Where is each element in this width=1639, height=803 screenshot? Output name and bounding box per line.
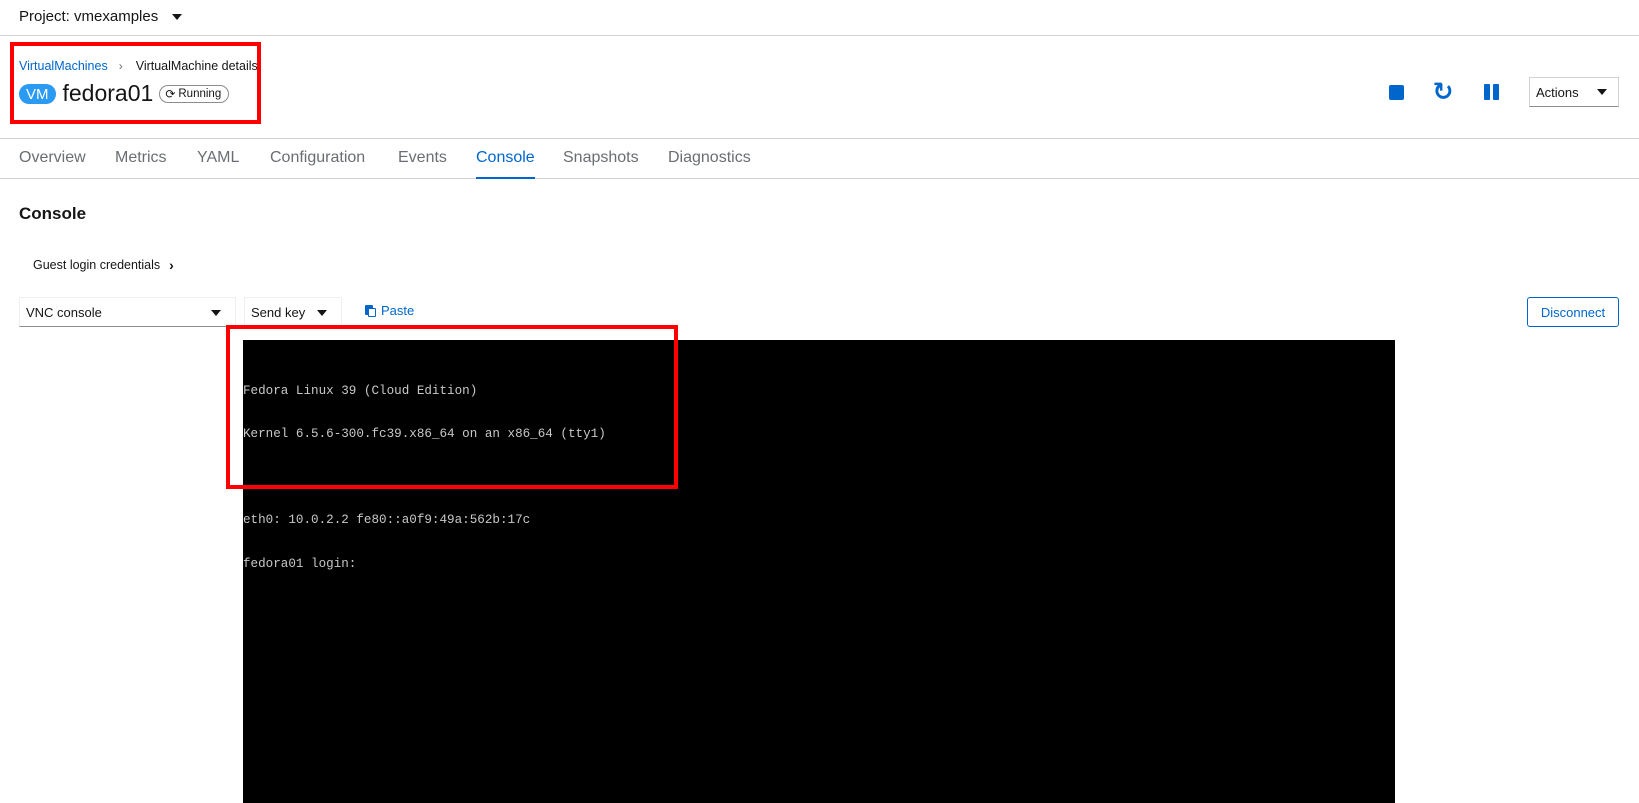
send-key-select[interactable]: Send key — [244, 297, 342, 327]
pause-icon-left — [1483, 84, 1490, 100]
page-title: VM fedora01 ⟳ Running — [19, 80, 230, 107]
tab-overview[interactable]: Overview — [19, 149, 86, 179]
console-type-value: VNC console — [26, 304, 102, 320]
stop-icon — [1388, 84, 1404, 100]
console-line: Kernel 6.5.6-300.fc39.x86_64 on an x86_6… — [243, 427, 606, 442]
disconnect-button[interactable]: Disconnect — [1527, 297, 1619, 327]
actions-dropdown[interactable]: Actions — [1529, 77, 1619, 107]
tab-diagnostics[interactable]: Diagnostics — [668, 149, 751, 179]
project-label: Project: vmexamples — [19, 8, 159, 25]
guest-login-credentials-toggle[interactable]: Guest login credentials › — [33, 257, 174, 273]
tab-bar: Overview Metrics YAML Configuration Even… — [0, 139, 1639, 179]
project-bar: Project: vmexamples — [0, 0, 1639, 36]
breadcrumb-virtualmachines-link[interactable]: VirtualMachines — [19, 59, 108, 73]
vm-name: fedora01 — [62, 80, 154, 106]
paste-label: Paste — [381, 303, 415, 318]
console-section-title: Console — [19, 204, 87, 223]
chevron-right-icon: › — [169, 257, 174, 273]
paste-icon — [365, 304, 376, 317]
send-key-label: Send key — [251, 304, 306, 320]
caret-down-icon — [317, 310, 327, 316]
pause-icon-right — [1492, 84, 1499, 100]
restart-button[interactable]: ↻ — [1429, 78, 1457, 106]
vnc-console-screen[interactable]: Fedora Linux 39 (Cloud Edition) Kernel 6… — [243, 340, 1395, 803]
page-header: VirtualMachines › VirtualMachine details… — [0, 36, 1639, 139]
caret-down-icon — [1596, 89, 1607, 95]
caret-down-icon — [172, 13, 183, 20]
sync-icon: ⟳ — [165, 86, 176, 101]
tab-console[interactable]: Console — [476, 149, 535, 179]
tab-events[interactable]: Events — [398, 149, 447, 179]
status-badge: ⟳ Running — [159, 84, 230, 103]
tab-metrics[interactable]: Metrics — [115, 149, 167, 179]
console-line: Fedora Linux 39 (Cloud Edition) — [243, 383, 478, 398]
caret-down-icon — [211, 310, 221, 316]
guest-credentials-label: Guest login credentials — [33, 258, 161, 272]
breadcrumb-current: VirtualMachine details — [135, 59, 258, 73]
project-selector[interactable]: Project: vmexamples — [19, 8, 183, 25]
tab-snapshots[interactable]: Snapshots — [563, 149, 639, 179]
actions-label: Actions — [1536, 84, 1579, 100]
chevron-right-icon: › — [118, 59, 123, 73]
restart-icon: ↻ — [1432, 78, 1454, 106]
vm-badge: VM — [19, 83, 56, 104]
tab-configuration[interactable]: Configuration — [270, 149, 365, 179]
stop-button[interactable] — [1382, 78, 1410, 106]
console-type-select[interactable]: VNC console — [19, 297, 236, 327]
console-line: eth0: 10.0.2.2 fe80::a0f9:49a:562b:17c — [243, 513, 531, 528]
vnc-console-output: Fedora Linux 39 (Cloud Edition) Kernel 6… — [243, 355, 606, 600]
status-text: Running — [178, 87, 222, 100]
pause-button[interactable] — [1477, 78, 1505, 106]
tab-yaml[interactable]: YAML — [197, 149, 239, 179]
breadcrumb: VirtualMachines › VirtualMachine details — [19, 59, 258, 73]
paste-button[interactable]: Paste — [365, 303, 414, 318]
console-line: fedora01 login: — [243, 556, 357, 571]
